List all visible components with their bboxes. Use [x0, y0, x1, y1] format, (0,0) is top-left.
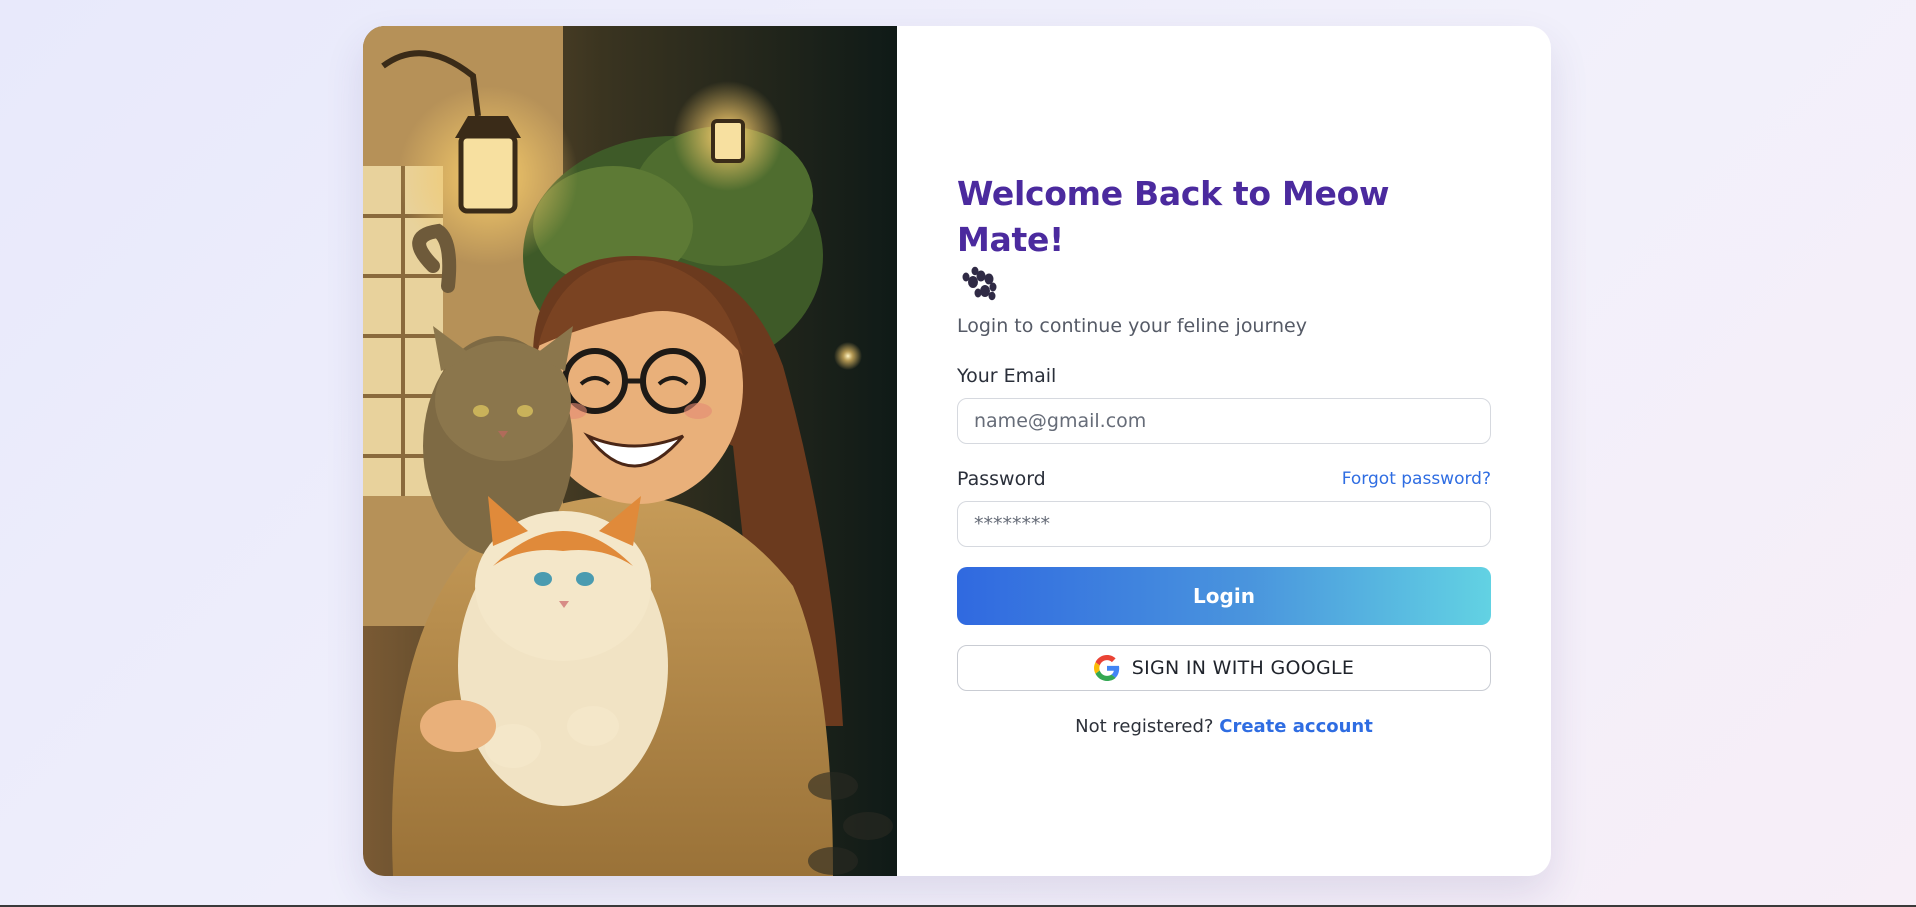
- login-form: Welcome Back to Meow Mate! Login to cont…: [957, 171, 1491, 737]
- password-label: Password: [957, 468, 1046, 490]
- login-card: Welcome Back to Meow Mate! Login to cont…: [363, 26, 1551, 876]
- paw-prints-icon: [962, 266, 997, 301]
- login-button[interactable]: Login: [957, 567, 1491, 625]
- password-group: Password Forgot password?: [957, 468, 1491, 547]
- email-label: Your Email: [957, 365, 1057, 387]
- page-subtitle: Login to continue your feline journey: [957, 315, 1307, 337]
- register-prompt: Not registered? Create account: [957, 716, 1491, 737]
- password-label-row: Password Forgot password?: [957, 468, 1491, 490]
- illustration-panel: [363, 26, 897, 876]
- forgot-password-link[interactable]: Forgot password?: [1342, 469, 1491, 489]
- google-g-icon: [1093, 655, 1119, 681]
- email-group: Your Email: [957, 365, 1491, 444]
- girl-with-cats-illustration: [363, 26, 897, 876]
- create-account-link[interactable]: Create account: [1219, 716, 1373, 737]
- login-panel: Welcome Back to Meow Mate! Login to cont…: [897, 26, 1551, 876]
- password-field[interactable]: [957, 501, 1491, 547]
- google-signin-button[interactable]: SIGN IN WITH GOOGLE: [957, 645, 1491, 691]
- page-title: Welcome Back to Meow Mate!: [957, 174, 1390, 259]
- email-field[interactable]: [957, 398, 1491, 444]
- google-button-label: SIGN IN WITH GOOGLE: [1131, 657, 1355, 679]
- not-registered-text: Not registered?: [1075, 716, 1214, 737]
